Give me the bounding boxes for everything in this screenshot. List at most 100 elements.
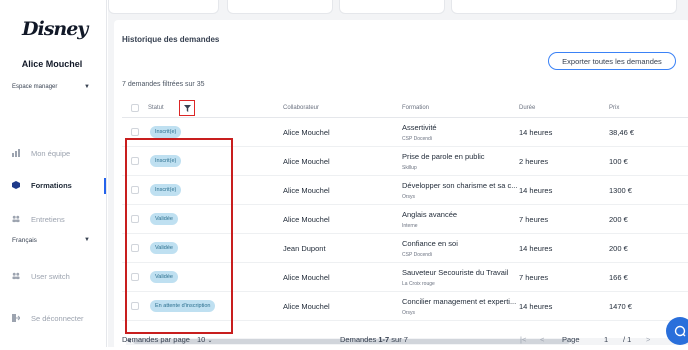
- duration-cell: 14 heures: [519, 244, 553, 253]
- language-select-value: Français: [12, 237, 37, 244]
- table-footer: Demandes par page 10 ⌄ Demandes 1-7 sur …: [108, 330, 688, 347]
- caret-down-icon: ▼: [84, 237, 90, 243]
- logout-icon: [12, 314, 20, 322]
- formation-title: Sauveteur Secouriste du Travail: [402, 268, 509, 277]
- status-filter-button[interactable]: [179, 100, 195, 116]
- range-bold: 1-7: [378, 335, 390, 344]
- chevron-down-icon: ⌄: [207, 338, 213, 344]
- formation-provider: Skillup: [402, 165, 417, 171]
- nav-item-label: Formations: [31, 181, 72, 190]
- price-cell: 166 €: [609, 273, 628, 282]
- rows-per-page-value: 10: [197, 335, 206, 344]
- select-all-checkbox[interactable]: [131, 104, 139, 112]
- people-icon: [12, 215, 20, 223]
- column-header-prix[interactable]: Prix: [609, 105, 619, 111]
- collaborator-cell: Alice Mouchel: [283, 186, 330, 195]
- collaborator-cell: Alice Mouchel: [283, 302, 330, 311]
- collaborator-cell: Alice Mouchel: [283, 157, 330, 166]
- duration-cell: 7 heures: [519, 215, 549, 224]
- summary-card: [108, 0, 219, 14]
- formation-provider: Orsys: [402, 310, 416, 316]
- column-header-collaborateur[interactable]: Collaborateur: [283, 105, 319, 111]
- price-cell: 200 €: [609, 215, 628, 224]
- formation-provider: Interne: [402, 223, 418, 229]
- range-suffix: sur 7: [389, 335, 408, 344]
- nav-item-label: Mon équipe: [31, 149, 71, 158]
- export-all-button[interactable]: Exporter toutes les demandes: [548, 52, 676, 70]
- chat-launcher-button[interactable]: [666, 317, 688, 345]
- duration-cell: 14 heures: [519, 302, 553, 311]
- summary-card: [339, 0, 445, 14]
- nav-item-se-deconnecter[interactable]: Se déconnecter: [0, 311, 106, 327]
- nav-item-label: Se déconnecter: [31, 314, 84, 323]
- formation-provider: CSP Docendi: [402, 252, 432, 258]
- price-cell: 1300 €: [609, 186, 632, 195]
- caret-down-icon: ▼: [84, 84, 90, 90]
- requests-panel: Historique des demandes Exporter toutes …: [114, 20, 688, 350]
- duration-cell: 14 heures: [519, 186, 553, 195]
- space-select-value: Espace manager: [12, 84, 58, 90]
- table-header: Statut Collaborateur Formation Durée Pri…: [122, 98, 688, 118]
- bar-chart-icon: [12, 149, 20, 157]
- formation-cell: Anglais avancée Interne: [402, 210, 457, 229]
- row-checkbox[interactable]: [131, 128, 139, 136]
- formation-cell: Confiance en soi CSP Docendi: [402, 239, 458, 258]
- formation-provider: CSP Docendi: [402, 136, 432, 142]
- user-switch-icon: [12, 272, 20, 280]
- nav-item-entretiens[interactable]: Entretiens: [0, 212, 106, 228]
- collaborator-cell: Alice Mouchel: [283, 128, 330, 137]
- page-total: / 1: [623, 335, 632, 344]
- column-header-statut[interactable]: Statut: [148, 105, 164, 111]
- chat-icon: [674, 325, 686, 337]
- sidebar: Disney Alice Mouchel Espace manager ▼ Mo…: [0, 0, 107, 347]
- column-header-formation[interactable]: Formation: [402, 105, 429, 111]
- status-column-highlight: [125, 138, 233, 334]
- rows-per-page-select[interactable]: 10 ⌄: [197, 335, 212, 344]
- duration-cell: 7 heures: [519, 273, 549, 282]
- nav-item-label: User switch: [31, 272, 70, 281]
- summary-card: [227, 0, 333, 14]
- nav-item-user-switch[interactable]: User switch: [0, 269, 106, 285]
- filter-icon: [183, 104, 191, 112]
- nav-item-mon-equipe[interactable]: Mon équipe: [0, 146, 106, 162]
- formation-title: Anglais avancée: [402, 210, 458, 219]
- formation-cell: Assertivité CSP Docendi: [402, 123, 437, 142]
- collaborator-cell: Alice Mouchel: [283, 215, 330, 224]
- range-text: Demandes 1-7 sur 7: [340, 335, 408, 344]
- formation-cell: Développer son charisme et sa c... Orsys: [402, 181, 517, 200]
- range-prefix: Demandes: [340, 335, 379, 344]
- nav-item-formations[interactable]: Formations: [0, 178, 106, 194]
- language-select[interactable]: Français ▼: [12, 237, 92, 249]
- page-label: Page: [562, 335, 580, 344]
- page-current-input[interactable]: 1: [604, 335, 608, 344]
- first-page-icon[interactable]: |<: [520, 335, 526, 344]
- formation-title: Prise de parole en public: [402, 152, 485, 161]
- disney-logo[interactable]: Disney: [22, 18, 88, 44]
- formation-provider: Orsys: [402, 194, 416, 200]
- duration-cell: 2 heures: [519, 157, 549, 166]
- price-cell: 100 €: [609, 157, 628, 166]
- collaborator-cell: Jean Dupont: [283, 244, 326, 253]
- formation-cell: Sauveteur Secouriste du Travail La Croix …: [402, 268, 508, 287]
- top-cards: [108, 0, 688, 16]
- collaborator-cell: Alice Mouchel: [283, 273, 330, 282]
- next-page-icon[interactable]: >: [646, 335, 650, 344]
- section-title: Historique des demandes: [122, 35, 220, 44]
- space-select[interactable]: Espace manager ▼: [12, 84, 92, 96]
- formation-title: Développer son charisme et sa c...: [402, 181, 518, 190]
- price-cell: 200 €: [609, 244, 628, 253]
- cube-icon: [12, 181, 20, 189]
- main-content: Historique des demandes Exporter toutes …: [108, 0, 688, 350]
- formation-provider: La Croix rouge: [402, 281, 435, 287]
- formation-title: Assertivité: [402, 123, 437, 132]
- filtered-count: 7 demandes filtrées sur 35: [122, 81, 205, 88]
- previous-page-icon[interactable]: <: [540, 335, 544, 344]
- price-cell: 38,46 €: [609, 128, 635, 137]
- price-cell: 1470 €: [609, 302, 632, 311]
- formation-cell: Prise de parole en public Skillup: [402, 152, 485, 171]
- rows-per-page-label: Demandes par page: [122, 335, 190, 344]
- column-header-duree[interactable]: Durée: [519, 105, 535, 111]
- status-badge: Inscrit(e): [150, 126, 182, 138]
- formation-cell: Concilier management et experti... Orsys: [402, 297, 516, 316]
- duration-cell: 14 heures: [519, 128, 553, 137]
